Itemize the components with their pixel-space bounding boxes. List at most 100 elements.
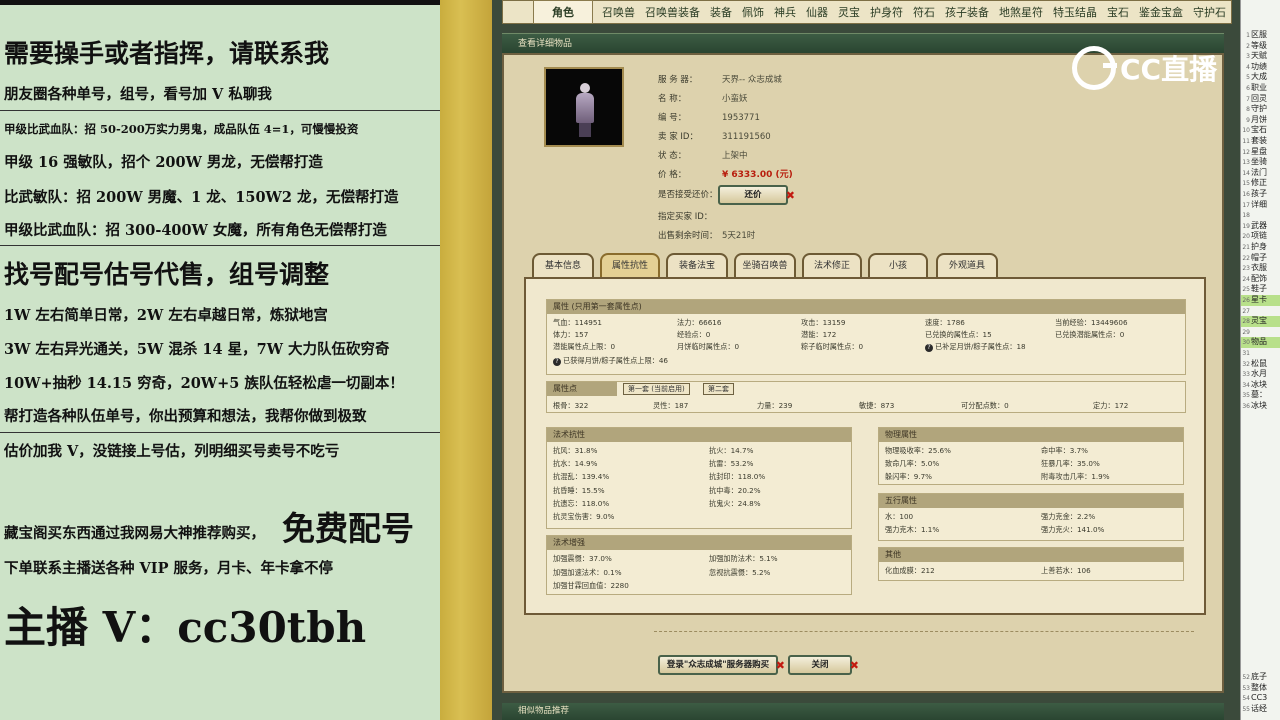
tab-6[interactable]: 外观道具	[936, 253, 998, 279]
info-label: 价 格：	[658, 170, 687, 180]
attr-cell: 气血：114951	[553, 318, 603, 327]
side-list-item: 12星盘	[1241, 147, 1280, 158]
menu-item[interactable]: 召唤兽装备	[640, 4, 705, 20]
resist-panel: 法术抗性 抗风：31.8% 抗火：14.7% 抗水：14.9% 抗雷：53.2% 抗混乱…	[546, 427, 852, 529]
info-row: 指定买家 ID：	[658, 210, 722, 222]
stat-cell: 附毒攻击几率：1.9%	[1041, 472, 1110, 481]
stat-row: 抗混乱：139.4% 抗封印：118.0%	[547, 472, 853, 482]
buy-button[interactable]: 登录"众志成城"服务器购买 ✖	[658, 655, 785, 675]
overlay-top-bar	[0, 0, 440, 5]
attr-cell: 当前经验：13449606	[1055, 318, 1128, 327]
close-x-icon: ✖	[775, 659, 785, 672]
side-list-item: 18	[1241, 210, 1280, 221]
physical-panel: 物理属性 物理吸收率：25.6% 命中率：3.7% 致命几率：5.0% 狂暴几率：35…	[878, 427, 1184, 485]
info-label: 指定买家 ID：	[658, 212, 713, 222]
help-icon: ?	[553, 358, 561, 366]
info-value: 小蛮妖	[722, 94, 748, 104]
close-button[interactable]: 关闭 ✖	[788, 655, 859, 675]
side-list-item: 17详细	[1241, 200, 1280, 211]
close-x-icon: ✖	[785, 189, 795, 202]
menu-item[interactable]: 灵宝	[833, 4, 865, 20]
attr-cell: 已兑换潜能属性点：0	[1055, 330, 1125, 339]
background-strip	[440, 0, 492, 720]
boost-panel: 法术增强 加强震慑：37.0% 加强加防法术：5.1% 加强加速法术：0.1% 忽视抗…	[546, 535, 852, 595]
tab-1[interactable]: 属性抗性	[600, 253, 660, 279]
points-cell: 定力：172	[1093, 401, 1129, 410]
stat-cell: 抗水：14.9%	[553, 459, 598, 469]
menu-item[interactable]: 仙器	[801, 4, 833, 20]
stat-cell: 化血成膜：212	[885, 566, 935, 575]
similar-items-title: 相似物品推荐	[502, 703, 1224, 720]
info-label: 状 态：	[658, 151, 687, 161]
overlay-line: 需要操手或者指挥，请联系我	[4, 39, 330, 68]
info-row: 卖 家 ID： 311191560	[658, 130, 771, 142]
stat-cell: 加强震慑：37.0%	[553, 554, 612, 563]
elements-header: 五行属性	[879, 494, 1183, 508]
points-set1-tab[interactable]: 第一套 (当前启用)	[623, 383, 690, 395]
menu-item[interactable]: 地煞星符	[994, 4, 1048, 20]
stat-cell: 加强加速法术：0.1%	[553, 567, 622, 577]
points-cell: 根骨：322	[553, 401, 589, 410]
side-list-item: 16孩子	[1241, 189, 1280, 200]
category-menu-bar: 角色 召唤兽 召唤兽装备 装备 佩饰 神兵 仙器 灵宝 护身符 符石 孩子装备 地煞星符 特玉结晶 宝石鉴…	[502, 0, 1232, 24]
side-list-item: 33水月	[1241, 369, 1280, 380]
bargain-button[interactable]: 还价 ✖	[718, 185, 795, 205]
menu-item[interactable]: 孩子装备	[940, 4, 994, 20]
info-row: 编 号： 1953771	[658, 111, 760, 123]
menu-item[interactable]: 守护石	[1188, 4, 1231, 20]
stat-row: 抗风：31.8% 抗火：14.7%	[547, 446, 853, 456]
overlay-line: 1W 左右简单日常，2W 左右卓越日常，炼狱地宫	[4, 307, 328, 324]
stat-row: 化血成膜：212 上善若水：106	[879, 566, 1185, 576]
points-set2-tab[interactable]: 第二套	[703, 383, 734, 395]
stat-row: 加强加速法术：0.1% 忽视抗震慑：5.2%	[547, 568, 853, 578]
side-list-item: 25鞋子	[1241, 284, 1280, 295]
help-icon: ?	[925, 344, 933, 352]
stat-row: 抗灵宝伤害：9.0%	[547, 512, 853, 522]
tab-5[interactable]: 小孩	[868, 253, 928, 279]
stat-cell: 命中率：3.7%	[1041, 446, 1089, 455]
stat-cell: 物理吸收率：25.6%	[885, 446, 951, 455]
menu-item[interactable]: 符石	[908, 4, 940, 20]
side-list-item: 31	[1241, 348, 1280, 359]
attr-cell: ? 已补足月饼/粽子属性点：18	[925, 342, 1026, 352]
menu-item[interactable]: 特玉结晶	[1048, 4, 1102, 20]
info-row: 状 态： 上架中	[658, 149, 748, 161]
attr-row: 气血：114951 法力：66616 攻击：13159 速度：1786 当前经验：134…	[547, 318, 1187, 328]
overlay-line: 找号配号估号代售，组号调整	[4, 260, 330, 289]
stat-row: 抗遗忘：118.0% 抗鬼火：24.8%	[547, 499, 853, 509]
attr-row: 潜能属性点上限：0 月饼临时属性点：0 粽子临时属性点：0 ? 已补足月饼/粽子属性点：…	[547, 342, 1187, 352]
menu-item[interactable]: 神兵	[769, 4, 801, 20]
menu-item[interactable]: 宝石	[1102, 4, 1134, 20]
tab-4[interactable]: 法术修正	[802, 253, 862, 279]
stat-row: 水：100 强力克金：2.2%	[879, 512, 1185, 522]
side-list-item: 35墓：	[1241, 390, 1280, 401]
menu-item[interactable]: 召唤兽	[597, 4, 640, 20]
menu-item[interactable]: 装备	[705, 4, 737, 20]
info-label: 名 称：	[658, 94, 687, 104]
overlay-separator	[0, 432, 440, 433]
stat-cell: 加强加防法术：5.1%	[709, 554, 778, 563]
tab-0[interactable]: 基本信息	[532, 253, 594, 279]
points-row: 根骨：322 灵性：187 力量：239 敏捷：873 可分配点数：0 定力：172	[547, 401, 1187, 411]
side-list-item: 36冰块	[1241, 401, 1280, 412]
stat-cell: 躲闪率：9.7%	[885, 472, 933, 481]
tab-3[interactable]: 坐骑召唤兽	[734, 253, 796, 279]
stat-cell: 抗雷：53.2%	[709, 459, 754, 469]
menu-item[interactable]: 护身符	[865, 4, 908, 20]
overlay-line: 10W+抽秒 14.15 穷奇，20W+5 族队伍轻松虐一切副本！	[4, 375, 404, 392]
stat-row: 强力克木：1.1% 强力克火：141.0%	[879, 525, 1185, 535]
side-list-item: 2等级	[1241, 41, 1280, 52]
side-list-item: 34冰块	[1241, 380, 1280, 391]
overlay-line: 免费配号	[282, 509, 414, 548]
info-label: 服 务 器：	[658, 75, 698, 85]
menu-item[interactable]: 佩饰	[737, 4, 769, 20]
points-cell: 敏捷：873	[859, 401, 895, 410]
stat-cell: 抗中毒：20.2%	[709, 485, 761, 495]
side-list-item: 14法门	[1241, 168, 1280, 179]
info-value: 311191560	[722, 132, 771, 142]
attr-cell: 法力：66616	[677, 318, 722, 327]
menu-item[interactable]: 鉴金宝盒	[1134, 4, 1188, 20]
tab-2[interactable]: 装备法宝	[666, 253, 728, 279]
info-row: 名 称： 小蛮妖	[658, 92, 748, 104]
menu-item[interactable]: 角色	[533, 0, 593, 24]
